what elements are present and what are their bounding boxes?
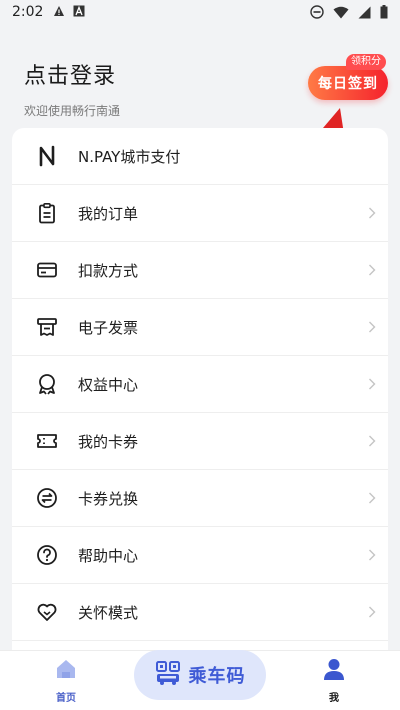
chevron-right-icon bbox=[368, 489, 376, 508]
menu-item-label: 卡券兑换 bbox=[78, 489, 139, 508]
welcome-text: 欢迎使用畅行南通 bbox=[24, 104, 121, 118]
help-icon bbox=[36, 544, 58, 566]
menu-item-benefits[interactable]: 权益中心 bbox=[12, 356, 388, 413]
menu-item-invoice[interactable]: 电子发票 bbox=[12, 299, 388, 356]
chevron-right-icon bbox=[368, 546, 376, 565]
login-title[interactable]: 点击登录 bbox=[24, 58, 120, 90]
menu-item-payment-method[interactable]: 扣款方式 bbox=[12, 242, 388, 299]
card-icon bbox=[36, 259, 58, 281]
points-badge: 领积分 bbox=[346, 54, 386, 70]
login-header: 点击登录 欢迎使用畅行南通 bbox=[24, 58, 120, 119]
menu-item-care-mode[interactable]: 关怀模式 bbox=[12, 584, 388, 641]
dnd-icon bbox=[310, 5, 324, 19]
alert-icon bbox=[53, 5, 65, 20]
menu-item-label: 权益中心 bbox=[78, 375, 139, 394]
badge-icon bbox=[36, 373, 58, 395]
exchange-icon bbox=[36, 487, 58, 509]
chevron-right-icon bbox=[368, 603, 376, 622]
menu-item-label: 扣款方式 bbox=[78, 261, 139, 280]
battery-icon bbox=[380, 5, 388, 19]
menu-card: N.PAY城市支付 我的订单 扣款方式 电子发票 权益中心 我的卡券 卡券兑换 … bbox=[12, 128, 388, 668]
chevron-right-icon bbox=[368, 318, 376, 337]
status-bar: 2:02 bbox=[0, 0, 400, 24]
chevron-right-icon bbox=[368, 261, 376, 280]
menu-item-help[interactable]: 帮助中心 bbox=[12, 527, 388, 584]
person-icon bbox=[322, 657, 346, 685]
menu-item-coupons[interactable]: 我的卡券 bbox=[12, 413, 388, 470]
menu-item-label: N.PAY城市支付 bbox=[78, 147, 181, 166]
chevron-right-icon bbox=[368, 432, 376, 451]
home-icon bbox=[54, 657, 78, 685]
tab-me-label: 我 bbox=[329, 693, 339, 704]
bus-qr-icon bbox=[155, 660, 181, 690]
status-time: 2:02 bbox=[12, 4, 44, 20]
chevron-right-icon bbox=[368, 204, 376, 223]
daily-signin: 每日签到 领积分 bbox=[308, 54, 388, 104]
clipboard-icon bbox=[36, 202, 58, 224]
npay-logo-icon bbox=[36, 145, 58, 167]
menu-item-coupon-exchange[interactable]: 卡券兑换 bbox=[12, 470, 388, 527]
chevron-right-icon bbox=[368, 375, 376, 394]
daily-signin-button[interactable]: 每日签到 bbox=[308, 66, 388, 100]
signal-icon bbox=[358, 6, 371, 19]
a-icon bbox=[73, 5, 85, 20]
menu-item-label: 我的订单 bbox=[78, 204, 139, 223]
tab-me[interactable]: 我 bbox=[316, 657, 352, 704]
tab-home-label: 首页 bbox=[56, 693, 76, 704]
ride-code-label: 乘车码 bbox=[188, 666, 246, 687]
menu-item-label: 帮助中心 bbox=[78, 546, 139, 565]
heart-icon bbox=[36, 601, 58, 623]
menu-item-label: 电子发票 bbox=[78, 318, 139, 337]
menu-item-label: 关怀模式 bbox=[78, 603, 139, 622]
ride-code-button[interactable]: 乘车码 bbox=[134, 650, 266, 700]
ticket-icon bbox=[36, 430, 58, 452]
menu-item-label: 我的卡券 bbox=[78, 432, 139, 451]
menu-item-npay[interactable]: N.PAY城市支付 bbox=[12, 128, 388, 185]
menu-item-orders[interactable]: 我的订单 bbox=[12, 185, 388, 242]
tab-home[interactable]: 首页 bbox=[48, 657, 84, 704]
invoice-icon bbox=[36, 316, 58, 338]
wifi-icon bbox=[333, 6, 349, 19]
